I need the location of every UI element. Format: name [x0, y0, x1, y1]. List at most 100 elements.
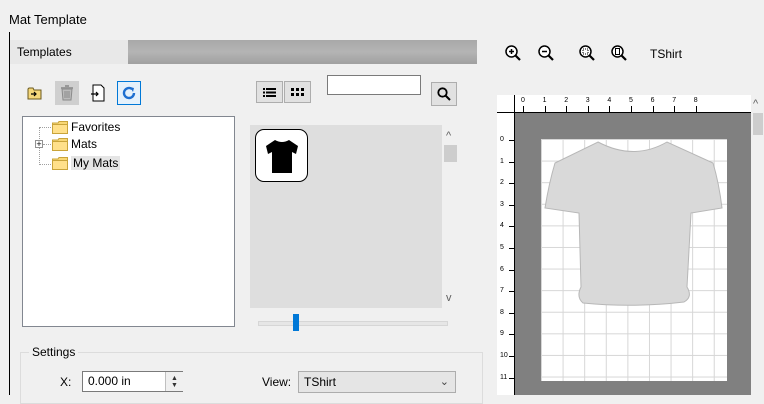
ruler-top-tick [566, 106, 568, 112]
tree-item-mats[interactable]: Mats [52, 136, 97, 152]
zoom-page-button[interactable] [608, 42, 630, 64]
preview-scroll-up-arrow[interactable]: ^ [753, 98, 758, 110]
tree-item-favorites[interactable]: Favorites [52, 119, 120, 135]
search-button[interactable] [431, 82, 457, 106]
settings-label: Settings [29, 345, 79, 359]
zoom-in-button[interactable] [502, 42, 524, 64]
ruler-left-label: 7 [500, 287, 504, 295]
ruler-left-tick [509, 312, 514, 314]
zoom-fit-button[interactable] [576, 42, 598, 64]
refresh-icon [122, 86, 136, 100]
ruler-left-tick [509, 291, 514, 293]
ruler-corner [497, 95, 515, 113]
template-tree[interactable]: Favorites + Mats My Mats [22, 116, 235, 327]
window-title: Mat Template [9, 12, 87, 27]
ruler-top-label: 8 [693, 97, 698, 104]
ruler-top: 0 1 2 3 4 5 6 7 8 [497, 95, 751, 113]
ruler-left-label: 4 [500, 222, 504, 230]
search-icon [437, 87, 451, 101]
ruler-left-label: 11 [500, 373, 508, 381]
list-view-button[interactable] [256, 81, 283, 103]
ruler-top-label: 2 [564, 97, 569, 104]
ruler-left-tick [509, 161, 514, 163]
ruler-top-tick [523, 106, 524, 112]
cutting-mat[interactable] [541, 139, 727, 381]
zoom-out-icon [538, 45, 554, 61]
ruler-top-tick [544, 106, 546, 112]
zoom-in-icon [505, 45, 521, 61]
tshirt-shape[interactable] [541, 139, 727, 381]
stepper-up-icon[interactable]: ▲ [171, 375, 178, 382]
zoom-page-icon [611, 45, 627, 61]
scroll-down-arrow[interactable]: v [446, 292, 452, 304]
ruler-top-label: 1 [542, 97, 547, 104]
ruler-left-label: 2 [500, 179, 504, 187]
new-folder-icon [27, 87, 42, 100]
tree-item-label: My Mats [71, 156, 121, 170]
ruler-left-label: 5 [500, 244, 504, 251]
ruler-left-label: 1 [500, 157, 504, 165]
delete-button[interactable] [55, 81, 79, 105]
zoom-out-button[interactable] [535, 42, 557, 64]
refresh-button[interactable] [117, 81, 141, 105]
ruler-top-tick [652, 106, 654, 112]
ruler-left-tick [509, 140, 514, 141]
ruler-left-label: 9 [500, 330, 504, 338]
import-button[interactable] [86, 81, 110, 105]
ruler-top-tick [609, 106, 611, 112]
ruler-left-label: 10 [500, 352, 508, 359]
tree-line [39, 164, 51, 165]
templates-header-bar [128, 40, 477, 64]
ruler-left-tick [509, 248, 514, 249]
view-select[interactable]: TShirt ⌄ [298, 371, 456, 393]
view-label: View: [262, 375, 292, 389]
gallery-item-tshirt[interactable] [255, 129, 308, 182]
tree-item-my-mats[interactable]: My Mats [52, 155, 121, 171]
tree-line [39, 127, 51, 128]
ruler-top-label: 4 [607, 97, 612, 104]
gallery-scroll-thumb[interactable] [444, 145, 457, 162]
tree-expander[interactable]: + [35, 140, 43, 149]
ruler-left-label: 3 [500, 200, 504, 208]
ruler-top-label: 6 [650, 97, 655, 104]
thumbnail-size-slider[interactable] [258, 321, 448, 326]
templates-header-label: Templates [17, 45, 72, 59]
tree-item-label: Favorites [71, 120, 121, 134]
panel-border [9, 32, 10, 395]
ruler-left-label: 0 [500, 136, 504, 143]
ruler-left-label: 8 [500, 308, 504, 316]
ruler-left-tick [509, 334, 514, 336]
preview-scroll-thumb[interactable] [753, 113, 763, 135]
ruler-left-tick [509, 226, 514, 228]
x-label: X: [60, 375, 72, 389]
ruler-left-tick [509, 356, 514, 357]
ruler-left-tick [509, 183, 514, 185]
list-view-icon [263, 87, 276, 97]
folder-icon [52, 156, 68, 170]
folder-icon [52, 137, 68, 151]
chevron-down-icon: ⌄ [439, 376, 449, 388]
ruler-left-tick [509, 204, 514, 206]
scroll-up-arrow[interactable]: ^ [446, 130, 451, 142]
ruler-top-tick [587, 106, 589, 112]
ruler-top-label: 3 [585, 97, 590, 104]
grid-view-icon [291, 87, 304, 96]
trash-icon [61, 85, 73, 101]
ruler-top-label: 0 [521, 97, 525, 104]
view-select-value: TShirt [304, 375, 337, 389]
preview-title: TShirt [650, 47, 683, 61]
grid-view-button[interactable] [284, 81, 311, 103]
ruler-top-label: 5 [629, 97, 633, 104]
import-icon [91, 84, 105, 102]
search-input[interactable] [327, 75, 421, 95]
new-folder-button[interactable] [23, 81, 47, 105]
slider-thumb[interactable] [292, 314, 299, 331]
x-stepper[interactable]: ▲ ▼ [165, 372, 183, 391]
folder-icon [52, 120, 68, 134]
preview-scrollbar[interactable] [751, 95, 764, 395]
ruler-left: 0 1 2 3 4 5 6 7 8 9 10 11 [497, 113, 515, 395]
tree-item-label: Mats [71, 137, 98, 151]
ruler-top-tick [674, 106, 676, 112]
stepper-down-icon[interactable]: ▼ [171, 382, 178, 389]
ruler-top-label: 7 [672, 97, 677, 104]
